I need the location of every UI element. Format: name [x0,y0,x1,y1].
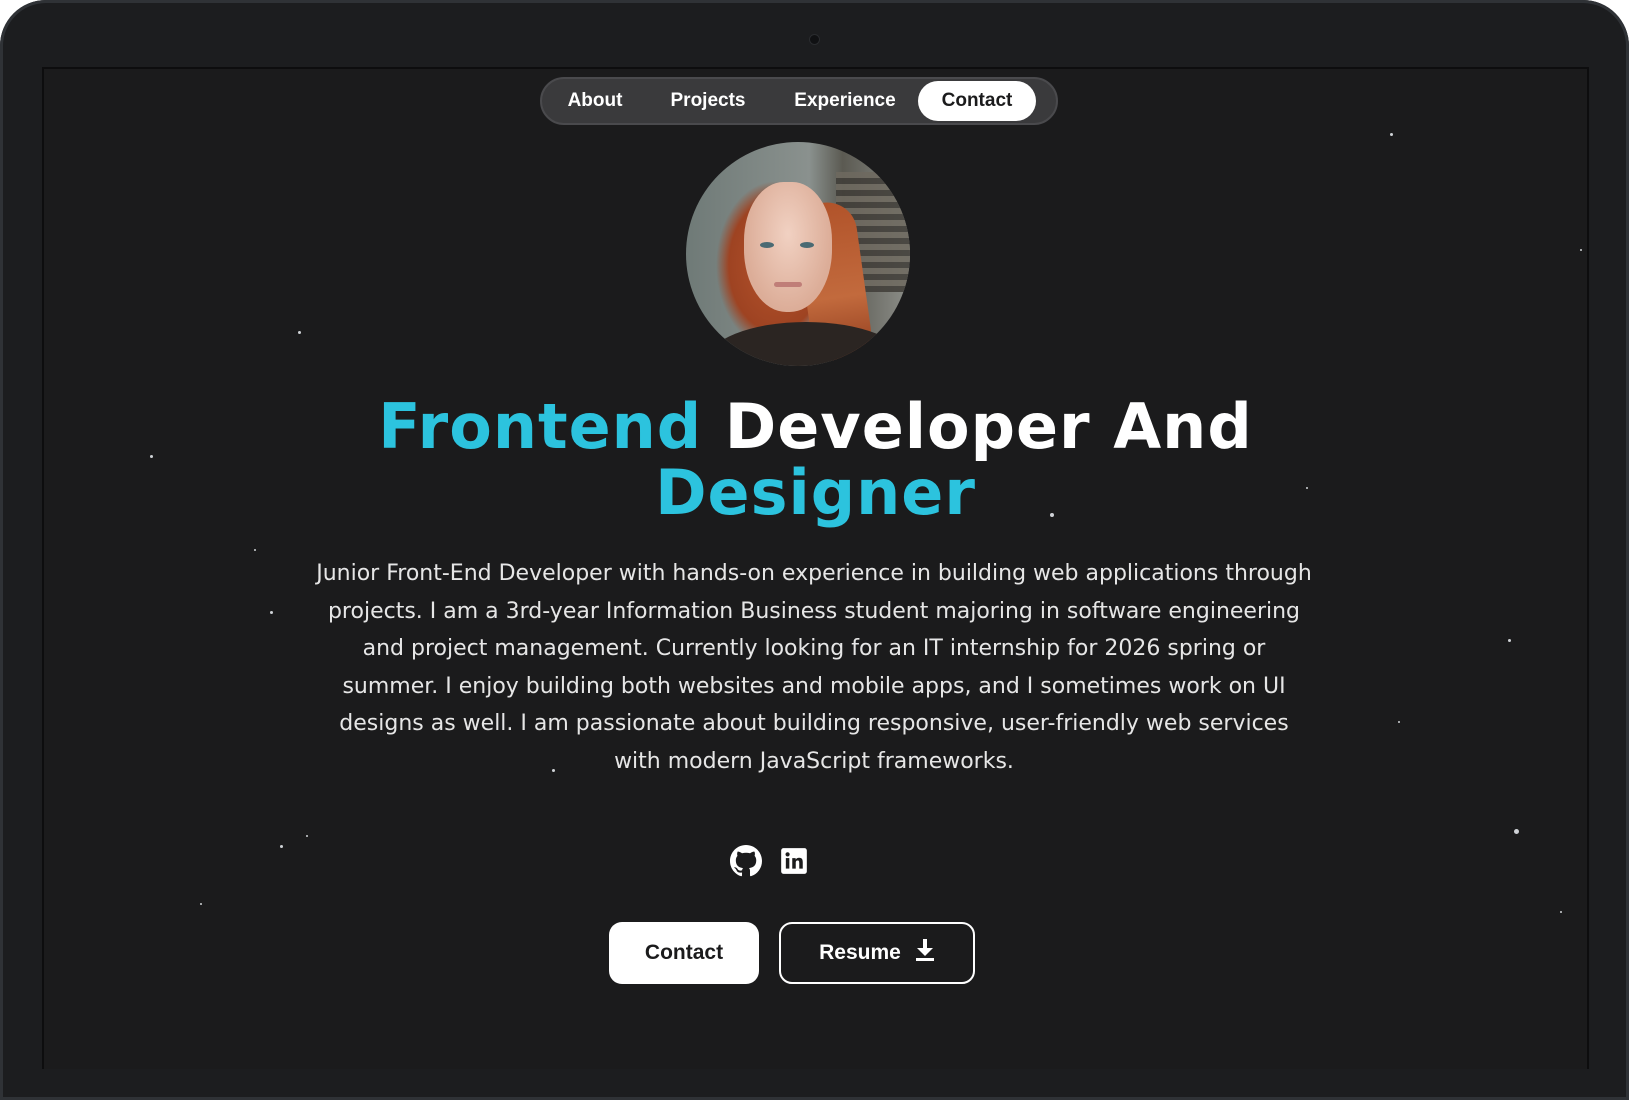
hero-headline: Frontend Developer And Designer [44,394,1587,526]
nav-item-projects[interactable]: Projects [644,81,772,121]
nav-item-about[interactable]: About [546,81,644,121]
headline-plain: Developer And [702,390,1253,463]
star [1514,829,1519,834]
linkedin-icon [780,847,808,880]
resume-button[interactable]: Resume [779,922,975,984]
linkedin-link[interactable] [778,847,810,879]
star [280,845,283,848]
contact-button-label: Contact [644,941,724,964]
avatar-eye [800,242,814,248]
avatar [686,142,910,366]
github-link[interactable] [730,844,762,882]
social-links [730,844,810,882]
screen: About Projects Experience Contact Fronte… [42,67,1589,1069]
camera-dot [809,34,820,45]
avatar-mouth [774,282,802,287]
headline-accent-frontend: Frontend [378,390,703,463]
star [1508,639,1511,642]
star [200,903,202,905]
hero-bio: Junior Front-End Developer with hands-on… [316,561,1312,774]
nav-item-contact[interactable]: Contact [918,81,1036,121]
star [254,549,256,551]
star [1580,249,1582,251]
download-icon [915,938,935,968]
nav-item-experience[interactable]: Experience [772,81,918,121]
star [306,835,308,837]
github-icon [730,844,762,882]
resume-button-label: Resume [819,941,901,964]
avatar-eye [760,242,774,248]
top-nav: About Projects Experience Contact [540,77,1058,125]
avatar-shoulder [706,322,906,366]
laptop-frame: About Projects Experience Contact Fronte… [0,0,1629,1100]
star [298,331,301,334]
star [1560,911,1562,913]
star [1398,721,1400,723]
contact-button[interactable]: Contact [609,922,759,984]
star [1390,133,1393,136]
avatar-face [744,182,832,312]
star [270,611,273,614]
headline-accent-designer: Designer [655,456,976,529]
